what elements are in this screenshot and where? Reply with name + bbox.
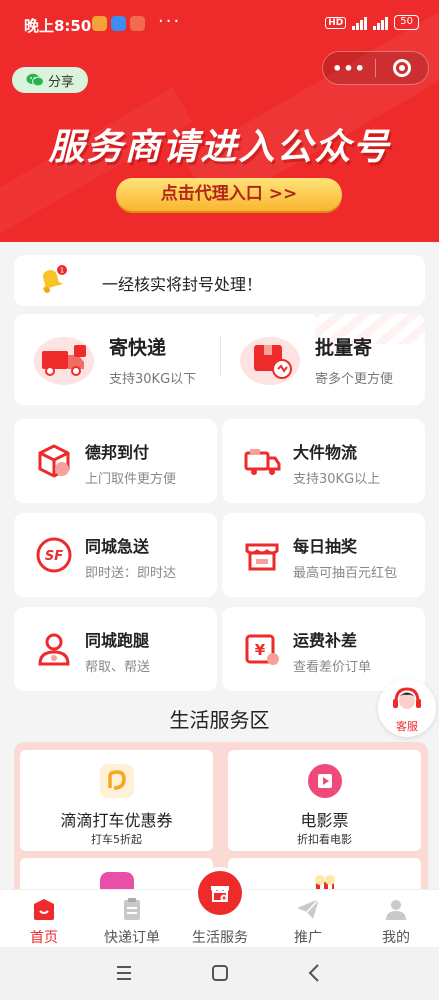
- express-subtitle: 支持30KG以下: [109, 372, 197, 387]
- signal-icon: [352, 16, 368, 30]
- notice-text: 一经核实将封号处理！: [102, 275, 263, 294]
- hd-icon: HD: [325, 16, 347, 29]
- service-title: 同城跑腿: [85, 631, 150, 650]
- notification-app-icon: [130, 16, 145, 31]
- service-title: 同城急送: [85, 537, 150, 556]
- tab-label: 快递订单: [104, 930, 160, 946]
- tab-label: 生活服务: [192, 930, 248, 946]
- express-title: 批量寄: [315, 337, 373, 359]
- send-express-button[interactable]: 寄快递 支持30KG以下: [14, 314, 220, 405]
- batch-send-button[interactable]: 批量寄 寄多个更方便: [220, 314, 425, 405]
- tab-home[interactable]: 首页: [0, 890, 88, 948]
- yen-icon: ¥: [245, 634, 279, 665]
- didi-icon: [100, 764, 134, 798]
- customer-service-button[interactable]: 客服: [378, 679, 436, 741]
- service-card-daily-lottery[interactable]: 每日抽奖 最高可抽百元红包: [222, 513, 425, 597]
- life-service-center-button[interactable]: [198, 871, 242, 915]
- tab-label: 首页: [30, 930, 58, 946]
- service-card-errand[interactable]: 同城跑腿 帮取、帮送: [14, 607, 217, 691]
- service-title: 德邦到付: [85, 443, 150, 462]
- store-icon: [211, 886, 229, 902]
- tab-express-orders[interactable]: 快递订单: [88, 890, 176, 948]
- life-service-panel: 滴滴打车优惠券 打车5折起 电影票 折扣看电影: [14, 742, 428, 959]
- life-card-title: 滴滴打车优惠券: [60, 811, 173, 830]
- life-card-subtitle: 打车5折起: [91, 833, 142, 846]
- service-subtitle: 查看差价订单: [293, 660, 372, 675]
- banner-title: 服务商请进入公众号: [48, 127, 391, 168]
- service-card-large-freight[interactable]: 大件物流 支持30KG以上: [222, 419, 425, 503]
- express-card: 寄快递 支持30KG以下 批量寄 寄多个更方便: [14, 314, 425, 405]
- home-square-icon[interactable]: [208, 961, 232, 985]
- notification-app-icon: [92, 16, 107, 31]
- life-card-subtitle: 折扣看电影: [297, 833, 352, 846]
- service-title: 运费补差: [293, 631, 358, 650]
- close-mini-program-button[interactable]: [376, 59, 428, 77]
- notice-bar[interactable]: 1 一经核实将封号处理！: [14, 255, 425, 306]
- service-title: 每日抽奖: [293, 537, 358, 556]
- svg-text:SF: SF: [45, 549, 63, 564]
- express-title: 寄快递: [109, 337, 167, 359]
- svg-text:¥: ¥: [255, 641, 266, 659]
- share-button[interactable]: 分享: [12, 67, 88, 93]
- service-card-debang[interactable]: 德邦到付 上门取件更方便: [14, 419, 217, 503]
- film-icon: [308, 764, 342, 798]
- battery-icon: 50: [394, 15, 419, 30]
- menu-icon[interactable]: [112, 961, 136, 985]
- share-label: 分享: [47, 74, 74, 90]
- tab-label: 我的: [382, 930, 410, 946]
- express-subtitle: 寄多个更方便: [315, 372, 394, 387]
- life-card-didi[interactable]: 滴滴打车优惠券 打车5折起: [20, 750, 213, 851]
- agent-entry-button[interactable]: 点击代理入口 >>: [116, 178, 342, 211]
- status-more: ···: [158, 11, 182, 32]
- notification-app-icon: [111, 16, 126, 31]
- headset-agent-icon: [393, 687, 421, 709]
- status-time: 晚上8:50: [24, 17, 92, 35]
- system-navigation-bar: [0, 947, 439, 1000]
- life-card-title: 电影票: [300, 811, 349, 830]
- tab-label: 推广: [294, 930, 322, 946]
- back-icon[interactable]: [303, 961, 327, 985]
- tab-mine[interactable]: 我的: [352, 890, 439, 948]
- service-subtitle: 最高可抽百元红包: [293, 566, 398, 581]
- user-icon: [38, 633, 70, 666]
- life-section-title: 生活服务区: [169, 708, 270, 732]
- service-subtitle: 支持30KG以上: [293, 472, 381, 487]
- target-icon: [393, 59, 411, 77]
- life-card-movie[interactable]: 电影票 折扣看电影: [228, 750, 421, 851]
- service-title: 大件物流: [293, 443, 358, 462]
- service-card-same-city-express[interactable]: SF 同城急送 即时送：即时达: [14, 513, 217, 597]
- package-icon: [240, 337, 300, 385]
- bell-icon: 1: [42, 265, 67, 293]
- hero-banner: 晚上8:50 ··· HD 50 分享 ••• 服务商请进入公众号 点击代理入口…: [0, 0, 439, 242]
- service-subtitle: 上门取件更方便: [85, 472, 177, 487]
- status-bar: 晚上8:50 ··· HD 50: [0, 0, 439, 50]
- clipboard-icon: [124, 898, 140, 920]
- paper-plane-icon: [297, 898, 320, 919]
- notice-badge: 1: [60, 267, 64, 275]
- profile-icon: [386, 900, 406, 920]
- sf-icon: SF: [36, 537, 72, 573]
- home-icon: [34, 899, 54, 920]
- box-icon: [38, 444, 70, 478]
- more-options-button[interactable]: •••: [323, 59, 375, 78]
- service-subtitle: 即时送：即时达: [85, 566, 177, 581]
- wechat-icon: [26, 73, 44, 87]
- shop-icon: [245, 543, 279, 571]
- tab-promotion[interactable]: 推广: [264, 890, 352, 948]
- truck-icon: [244, 449, 281, 475]
- delivery-truck-icon: [34, 337, 94, 385]
- mini-program-capsule: •••: [322, 51, 429, 85]
- signal-icon: [373, 16, 389, 30]
- customer-service-label: 客服: [396, 720, 418, 733]
- service-subtitle: 帮取、帮送: [85, 660, 151, 675]
